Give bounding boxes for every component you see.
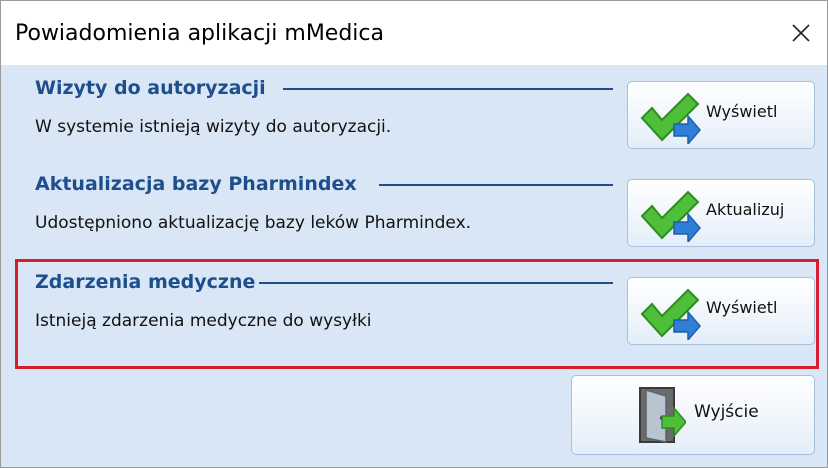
check-arrow-icon [640,92,701,144]
button-label: Aktualizuj [706,200,785,219]
show-visits-button[interactable]: Wyświetl [627,81,815,149]
close-button[interactable] [781,13,821,53]
section-title: Aktualizacja bazy Pharmindex [35,173,357,195]
exit-button[interactable]: Wyjście [571,375,815,455]
button-label: Wyświetl [706,102,778,121]
window-title: Powiadomienia aplikacji mMedica [15,21,384,46]
show-medical-events-button[interactable]: Wyświetl [627,277,815,345]
title-bar: Powiadomienia aplikacji mMedica [1,1,827,65]
section-description: Istnieją zdarzenia medyczne do wysyłki [35,311,372,331]
update-pharmindex-button[interactable]: Aktualizuj [627,179,815,247]
notification-section-visits: Wizyty do autoryzacji W systemie istniej… [27,77,617,157]
exit-door-icon [639,387,686,443]
section-description: Udostępniono aktualizację bazy leków Pha… [35,213,472,233]
notification-section-pharmindex: Aktualizacja bazy Pharmindex Udostępnion… [27,173,617,253]
close-icon [792,24,810,42]
section-title: Zdarzenia medyczne [35,271,256,293]
section-divider [259,282,613,284]
notification-dialog: Powiadomienia aplikacji mMedica Wizyty d… [0,0,828,468]
exit-button-label: Wyjście [694,402,759,422]
button-label: Wyświetl [706,298,778,317]
check-arrow-icon [640,190,701,242]
check-arrow-icon [640,288,701,340]
section-divider [283,88,613,90]
section-description: W systemie istnieją wizyty do autoryzacj… [35,117,392,137]
section-title: Wizyty do autoryzacji [35,77,266,99]
section-divider [379,184,613,186]
notification-section-medical-events: Zdarzenia medyczne Istnieją zdarzenia me… [27,271,617,351]
